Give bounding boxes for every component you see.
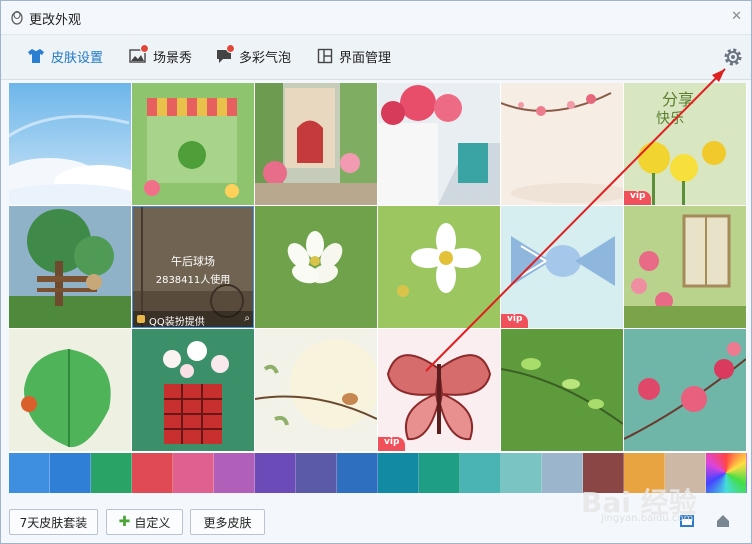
color-swatch[interactable] (665, 453, 706, 493)
button-label: 更多皮肤 (203, 515, 252, 530)
more-skins-button[interactable]: 更多皮肤 (190, 509, 265, 535)
skin-hover-overlay: 午后球场 2838411人使用 QQ装扮提供 ⌕ (132, 206, 254, 328)
color-swatch[interactable] (50, 453, 91, 493)
qq-penguin-icon (11, 11, 23, 25)
close-icon[interactable]: ✕ (731, 9, 742, 24)
skin-tile-blossom-branch[interactable] (501, 83, 623, 205)
vip-badge: vip (624, 191, 652, 205)
skin-tile-white-stairs[interactable] (378, 83, 500, 205)
skin-provider-bar: QQ装扮提供 ⌕ (133, 311, 253, 328)
color-swatch[interactable] (706, 453, 747, 493)
tab-bar: 皮肤设置 场景秀 多彩气泡 界面管理 (1, 34, 751, 80)
color-swatch[interactable] (173, 453, 214, 493)
gear-icon[interactable] (723, 47, 743, 67)
skin-tile-sky-clouds[interactable] (9, 83, 131, 205)
color-swatch[interactable] (501, 453, 542, 493)
color-swatch[interactable] (378, 453, 419, 493)
color-swatch[interactable] (337, 453, 378, 493)
skin-tile-window-roses[interactable] (624, 206, 746, 328)
button-label: 7天皮肤套装 (19, 515, 88, 530)
skin-tile-tree-bench[interactable] (9, 206, 131, 328)
skin-tile-green-leaf[interactable] (9, 329, 131, 451)
qq-decor-icon (137, 315, 145, 323)
skin-tile-yellow-flowers[interactable]: 分享 快乐 vip (624, 83, 746, 205)
appearance-window: 更改外观 ✕ 皮肤设置 场景秀 多彩气泡 界面管理 分享 快乐 vip 午后球场… (0, 0, 752, 544)
skin-tile-cafe-house[interactable] (132, 83, 254, 205)
skin-user-count: 2838411人使用 (155, 275, 231, 286)
bottom-bar: 7天皮肤套装 ✚ 自定义 更多皮肤 (1, 499, 751, 543)
skin-tile-butterfly[interactable]: vip (378, 329, 500, 451)
svg-text:快乐: 快乐 (656, 111, 684, 127)
tab-scene-show[interactable]: 场景秀 (129, 44, 193, 67)
skin-tile-flower-cup[interactable] (132, 329, 254, 451)
tab-skin-settings[interactable]: 皮肤设置 (27, 45, 103, 67)
tab-label: 界面管理 (339, 50, 392, 66)
title-bar: 更改外观 ✕ (1, 1, 751, 34)
color-swatch[interactable] (255, 453, 296, 493)
color-palette (9, 453, 747, 493)
layout-icon (317, 48, 333, 64)
vip-badge: vip (501, 314, 529, 328)
vip-badge: vip (378, 437, 406, 451)
skin-provider: QQ装扮提供 (149, 317, 205, 328)
color-swatch[interactable] (296, 453, 337, 493)
color-swatch[interactable] (9, 453, 50, 493)
home-settings-icon[interactable] (715, 513, 731, 529)
window-title: 更改外观 (29, 13, 82, 28)
skin-grid: 分享 快乐 vip 午后球场 2838411人使用 QQ装扮提供 ⌕ vip v… (9, 83, 747, 493)
color-swatch[interactable] (132, 453, 173, 493)
tshirt-icon (28, 49, 44, 63)
tab-label: 多彩气泡 (239, 50, 292, 66)
skin-tile-pink-blossom[interactable] (624, 329, 746, 451)
plus-icon: ✚ (118, 514, 131, 530)
seven-day-skin-suit-button[interactable]: 7天皮肤套装 (9, 509, 98, 535)
color-swatch[interactable] (583, 453, 624, 493)
color-swatch[interactable] (91, 453, 132, 493)
svg-text:分享: 分享 (662, 90, 694, 109)
color-swatch[interactable] (624, 453, 665, 493)
customize-button[interactable]: ✚ 自定义 (106, 509, 183, 535)
color-swatch[interactable] (419, 453, 460, 493)
tab-label: 皮肤设置 (51, 50, 104, 66)
skin-tile-bird-branch[interactable] (255, 329, 377, 451)
skin-tile-candy-wrap[interactable]: vip (501, 206, 623, 328)
notification-dot (140, 44, 149, 53)
zoom-icon[interactable]: ⌕ (244, 313, 250, 324)
tab-colorful-bubbles[interactable]: 多彩气泡 (215, 44, 292, 67)
color-swatch[interactable] (214, 453, 255, 493)
skin-name: 午后球场 (171, 255, 215, 268)
tab-label: 场景秀 (153, 50, 193, 66)
skin-tile-white-blossom[interactable] (255, 206, 377, 328)
skin-tile-cosmos-flower[interactable] (378, 206, 500, 328)
button-label: 自定义 (134, 515, 171, 530)
skin-tile-flower-alley[interactable] (255, 83, 377, 205)
skin-tile-green-buds[interactable] (501, 329, 623, 451)
color-swatch[interactable] (460, 453, 501, 493)
color-swatch[interactable] (542, 453, 583, 493)
notification-dot (226, 44, 235, 53)
window-preview-icon[interactable] (679, 513, 695, 529)
skin-tile-afternoon-court[interactable]: 午后球场 2838411人使用 QQ装扮提供 ⌕ (132, 206, 254, 328)
tab-interface-management[interactable]: 界面管理 (317, 45, 391, 67)
